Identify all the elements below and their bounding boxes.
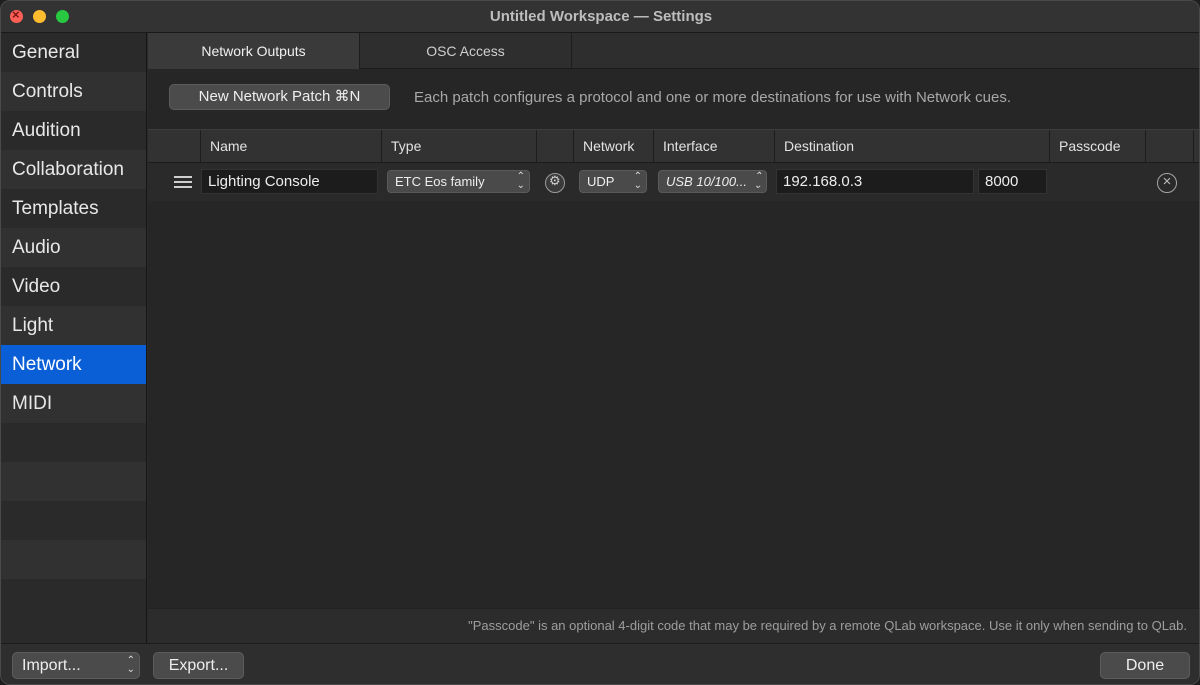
settings-window: Untitled Workspace — Settings General Co… <box>0 0 1200 685</box>
sidebar-item-midi[interactable]: MIDI <box>1 384 146 423</box>
chevron-updown-icon: ⌃ ⌄ <box>753 171 762 191</box>
sidebar-item-general[interactable]: General <box>1 33 146 72</box>
delete-icon[interactable]: × <box>1157 173 1177 193</box>
column-header-delete <box>1145 130 1194 163</box>
sidebar-item-collaboration[interactable]: Collaboration <box>1 150 146 189</box>
column-header-drag <box>148 130 201 163</box>
tab-osc-access[interactable]: OSC Access <box>360 33 572 69</box>
sidebar-empty-row <box>1 462 146 501</box>
sidebar-empty-row <box>1 540 146 579</box>
sidebar-empty-row <box>1 423 146 462</box>
sidebar-item-templates[interactable]: Templates <box>1 189 146 228</box>
sidebar-item-light[interactable]: Light <box>1 306 146 345</box>
sidebar-empty-row <box>1 501 146 540</box>
destination-port-field[interactable]: 8000 <box>978 169 1047 194</box>
import-label: Import... <box>22 657 81 674</box>
sidebar-item-video[interactable]: Video <box>1 267 146 306</box>
title-bar: Untitled Workspace — Settings <box>1 1 1199 33</box>
sidebar-item-network[interactable]: Network <box>1 345 146 384</box>
new-network-patch-button[interactable]: New Network Patch ⌘N <box>169 84 390 110</box>
destination-address-field[interactable]: 192.168.0.3 <box>776 169 974 194</box>
drag-handle-icon[interactable] <box>174 176 192 188</box>
passcode-footnote: "Passcode" is an optional 4-digit code t… <box>148 608 1199 643</box>
table-row[interactable]: Lighting Console ETC Eos family ⌃⌄ UDP ⌃… <box>148 163 1199 201</box>
network-popup[interactable]: UDP ⌃ ⌄ <box>579 170 647 193</box>
patch-name-field[interactable]: Lighting Console <box>201 169 378 194</box>
column-header-network[interactable]: Network <box>573 130 654 163</box>
network-popup-value: UDP <box>587 174 615 189</box>
column-header-spacer <box>1193 130 1199 163</box>
column-header-destination[interactable]: Destination <box>774 130 1050 163</box>
type-popup[interactable]: ETC Eos family ⌃ ⌄ <box>387 170 530 193</box>
chevron-updown-icon: ⌃ ⌄ <box>516 171 525 191</box>
interface-popup-value: USB 10/100... <box>666 174 747 189</box>
column-header-type[interactable]: Type <box>381 130 537 163</box>
sidebar-item-controls[interactable]: Controls <box>1 72 146 111</box>
table-header: Name Type Network Interface Destination … <box>148 129 1199 163</box>
patch-hint-text: Each patch configures a protocol and one… <box>414 89 1011 106</box>
tab-bar: Network Outputs OSC Access <box>148 33 1199 69</box>
tab-network-outputs[interactable]: Network Outputs <box>148 33 360 69</box>
column-header-settings <box>536 130 573 163</box>
column-header-passcode[interactable]: Passcode <box>1049 130 1146 163</box>
network-settings-panel: Network Outputs OSC Access New Network P… <box>148 33 1199 643</box>
done-button[interactable]: Done <box>1100 652 1190 679</box>
import-popup-button[interactable]: Import... ⌃ ⌄ <box>12 652 140 679</box>
type-popup-value: ETC Eos family <box>395 174 485 189</box>
sidebar-item-audition[interactable]: Audition <box>1 111 146 150</box>
export-button[interactable]: Export... <box>153 652 244 679</box>
window-title: Untitled Workspace — Settings <box>489 8 713 25</box>
column-header-name[interactable]: Name <box>200 130 382 163</box>
settings-icon[interactable] <box>545 173 565 193</box>
bottom-bar: Import... ⌃ ⌄ Export... Done <box>1 643 1199 684</box>
interface-popup[interactable]: USB 10/100... ⌃ ⌄ <box>658 170 767 193</box>
sidebar-item-audio[interactable]: Audio <box>1 228 146 267</box>
settings-sidebar: General Controls Audition Collaboration … <box>1 33 147 643</box>
chevron-updown-icon: ⌃ ⌄ <box>633 171 642 191</box>
patch-table-body: Lighting Console ETC Eos family ⌃⌄ UDP ⌃… <box>148 163 1199 608</box>
sidebar-empty-row <box>1 579 146 618</box>
column-header-interface[interactable]: Interface <box>653 130 775 163</box>
chevron-updown-icon: ⌃ ⌄ <box>126 655 135 675</box>
